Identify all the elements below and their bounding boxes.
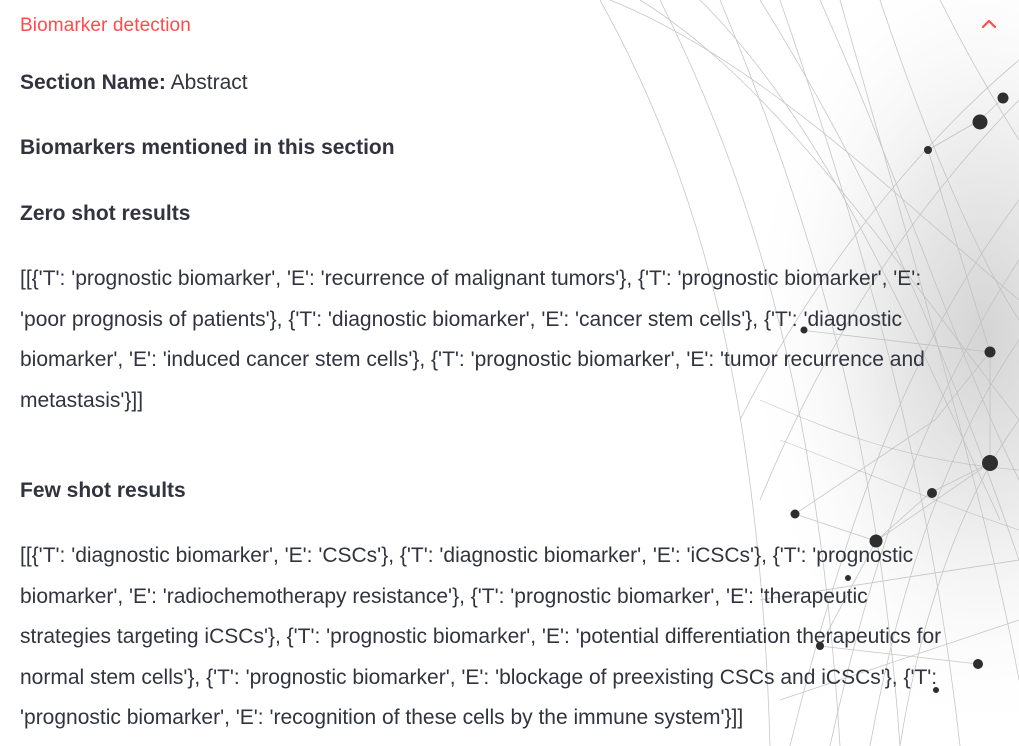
biomarker-detection-panel: Biomarker detection Section Name: Abstra… bbox=[0, 0, 1019, 746]
section-name-label: Section Name: bbox=[20, 71, 166, 94]
section-name-line: Section Name: Abstract bbox=[20, 71, 248, 95]
result-line: metastasis'}]] bbox=[20, 388, 144, 412]
result-line: 'poor prognosis of patients'}, {'T': 'di… bbox=[20, 307, 903, 331]
few-shot-results-text: [[{'T': 'diagnostic biomarker', 'E': 'CS… bbox=[20, 536, 995, 739]
section-name-value: Abstract bbox=[170, 71, 248, 94]
result-line: [[{'T': 'prognostic biomarker', 'E': 're… bbox=[20, 267, 922, 290]
result-line: biomarker', 'E': 'induced cancer stem ce… bbox=[20, 348, 925, 371]
few-shot-heading: Few shot results bbox=[20, 479, 186, 502]
result-line: 'prognostic biomarker', 'E': 'recognitio… bbox=[20, 706, 744, 729]
result-line: normal stem cells'}, {'T': 'prognostic b… bbox=[20, 665, 938, 689]
result-line: [[{'T': 'diagnostic biomarker', 'E': 'CS… bbox=[20, 544, 914, 567]
chevron-up-icon[interactable] bbox=[979, 14, 999, 34]
expander-title: Biomarker detection bbox=[20, 15, 191, 36]
expander-header[interactable]: Biomarker detection bbox=[0, 0, 1019, 54]
result-line: strategies targeting iCSCs'}, {'T': 'pro… bbox=[20, 625, 942, 648]
zero-shot-results-text: [[{'T': 'prognostic biomarker', 'E': 're… bbox=[20, 259, 995, 421]
biomarkers-heading: Biomarkers mentioned in this section bbox=[20, 136, 395, 159]
result-line: biomarker', 'E': 'radiochemotherapy resi… bbox=[20, 584, 868, 608]
zero-shot-heading: Zero shot results bbox=[20, 202, 191, 225]
